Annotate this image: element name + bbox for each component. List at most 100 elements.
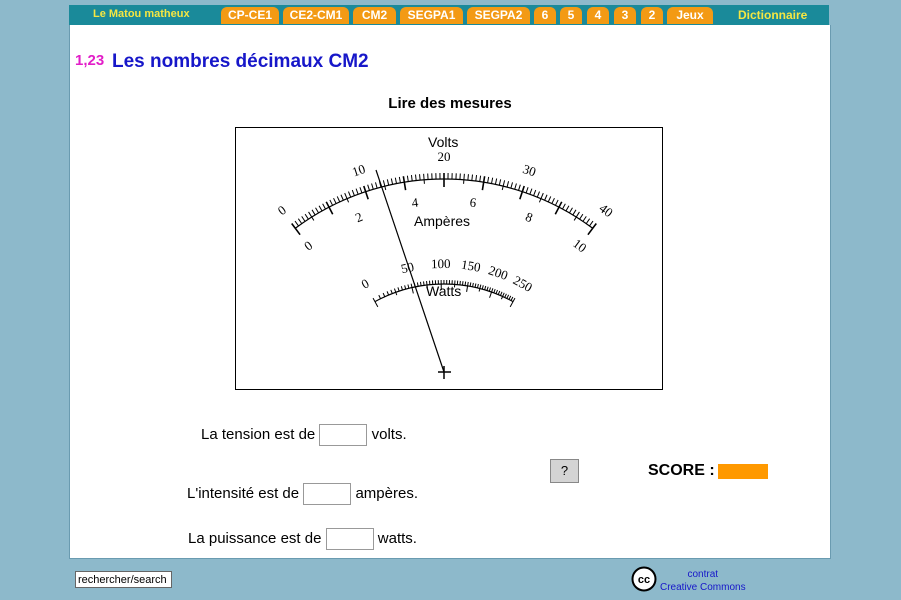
cc-link[interactable]: contrat Creative Commons — [660, 568, 746, 594]
watt-tick-label: 200 — [487, 262, 510, 283]
volt-tick — [475, 175, 478, 182]
volt-tick — [410, 175, 413, 182]
volt-tick — [479, 175, 482, 182]
amp-tick-label: 10 — [570, 236, 589, 256]
volt-tick — [386, 179, 390, 186]
volt-tick — [579, 213, 584, 220]
volt-tick — [506, 181, 510, 188]
volt-tick — [382, 180, 387, 191]
question-power-text: La puissance est de — [188, 529, 322, 547]
volt-tick — [491, 177, 494, 184]
volt-tick — [394, 177, 397, 184]
tab-ce2-cm1[interactable]: CE2-CM1 — [283, 7, 349, 24]
tab-segpa1[interactable]: SEGPA1 — [400, 7, 463, 24]
volt-tick — [398, 176, 401, 183]
volt-tick — [294, 220, 299, 227]
tab-5[interactable]: 5 — [560, 7, 582, 24]
volt-tick — [315, 207, 319, 214]
help-button[interactable]: ? — [550, 459, 579, 483]
logo-number: 1,23 — [75, 52, 105, 69]
volt-tick — [589, 220, 594, 227]
cc-line2: Creative Commons — [660, 582, 746, 593]
volt-tick-label: 0 — [275, 202, 289, 218]
watts-label: Watts — [426, 283, 461, 299]
volt-tick — [340, 194, 344, 201]
volt-tick — [544, 194, 548, 201]
watt-tick — [509, 297, 516, 308]
amp-tick-label: 2 — [353, 209, 365, 225]
volt-tick — [494, 178, 498, 185]
dictionary-link[interactable]: Dictionnaire — [738, 8, 807, 22]
volt-tick — [329, 199, 334, 206]
volt-tick — [585, 218, 591, 224]
volt-tick — [423, 173, 425, 184]
volt-tick — [351, 189, 355, 196]
tab-segpa2[interactable]: SEGPA2 — [467, 7, 530, 24]
question-power-unit: watts. — [377, 529, 417, 547]
watt-tick-label: 50 — [399, 259, 415, 277]
watt-tick-label: 100 — [431, 256, 451, 271]
search-input[interactable] — [75, 571, 172, 588]
watt-tick-label: 150 — [460, 257, 482, 275]
meter-svg: 010203040 024 6810 050 100 150 200 250 Volts … — [275, 134, 616, 379]
site-brand[interactable]: Le Matou matheux — [93, 8, 190, 20]
meter-figure: 0 10 20 30 40 0 2 4 6 8 10 0 50 100 150 200 250 Volts … — [235, 127, 663, 390]
tab-cm2[interactable]: CM2 — [353, 7, 396, 24]
tab-3[interactable]: 3 — [614, 7, 636, 24]
volt-tick — [518, 184, 521, 191]
volt-tick — [481, 176, 486, 191]
volt-tick-label: 40 — [596, 200, 615, 220]
current-input[interactable] — [303, 483, 352, 505]
watt-tick-label: 0 — [359, 275, 372, 291]
question-voltage-text: La tension est de — [201, 425, 316, 443]
tab-6[interactable]: 6 — [534, 7, 556, 24]
score-bar — [718, 464, 768, 479]
volt-tick — [318, 205, 323, 212]
volt-tick — [529, 188, 533, 195]
volt-tick-label: 10 — [350, 161, 367, 179]
volt-tick — [371, 183, 374, 190]
volt-tick — [336, 196, 341, 203]
tab-2[interactable]: 2 — [641, 7, 663, 24]
cc-line1: contrat — [687, 569, 719, 580]
volt-tick — [533, 189, 537, 196]
volt-tick — [406, 175, 409, 182]
watt-tick — [466, 281, 469, 292]
watt-tick — [410, 283, 414, 294]
volt-tick — [333, 197, 337, 204]
tab-cp-ce1[interactable]: CP-CE1 — [221, 7, 279, 24]
creative-commons-icon[interactable]: cc — [631, 566, 657, 592]
volt-tick — [463, 173, 465, 184]
volt-tick — [514, 183, 517, 190]
volt-tick — [355, 188, 359, 195]
tab-4[interactable]: 4 — [587, 7, 609, 24]
volt-tick-label: 20 — [438, 149, 451, 164]
volt-tick — [572, 209, 577, 216]
volt-tick — [565, 205, 570, 212]
volt-tick — [375, 182, 378, 189]
volt-tick — [367, 184, 370, 191]
top-nav: Le Matou matheux CP-CE1 CE2-CM1 CM2 SEGP… — [69, 5, 829, 25]
volt-tick — [467, 174, 469, 181]
tab-jeux[interactable]: Jeux — [667, 7, 713, 24]
volt-tick — [390, 178, 394, 185]
watt-tick — [372, 297, 379, 308]
question-current: L'intensité est de ampères. — [187, 483, 418, 505]
volt-tick — [547, 196, 552, 203]
volt-tick — [311, 209, 316, 216]
power-input[interactable] — [325, 528, 374, 550]
voltage-input[interactable] — [319, 424, 368, 446]
volt-tick — [301, 216, 306, 222]
amperes-label: Ampères — [414, 213, 470, 229]
volt-tick — [554, 199, 559, 206]
volt-tick — [297, 218, 303, 224]
volt-tick — [415, 174, 417, 181]
volt-tick — [304, 213, 309, 220]
question-voltage-unit: volts. — [371, 425, 407, 443]
volt-tick — [551, 197, 555, 204]
svg-text:cc: cc — [638, 574, 650, 586]
volt-tick — [359, 187, 363, 194]
score-label: SCORE : — [648, 462, 715, 479]
volt-tick — [419, 174, 421, 181]
exercise-subtitle: Lire des mesures — [388, 95, 512, 112]
